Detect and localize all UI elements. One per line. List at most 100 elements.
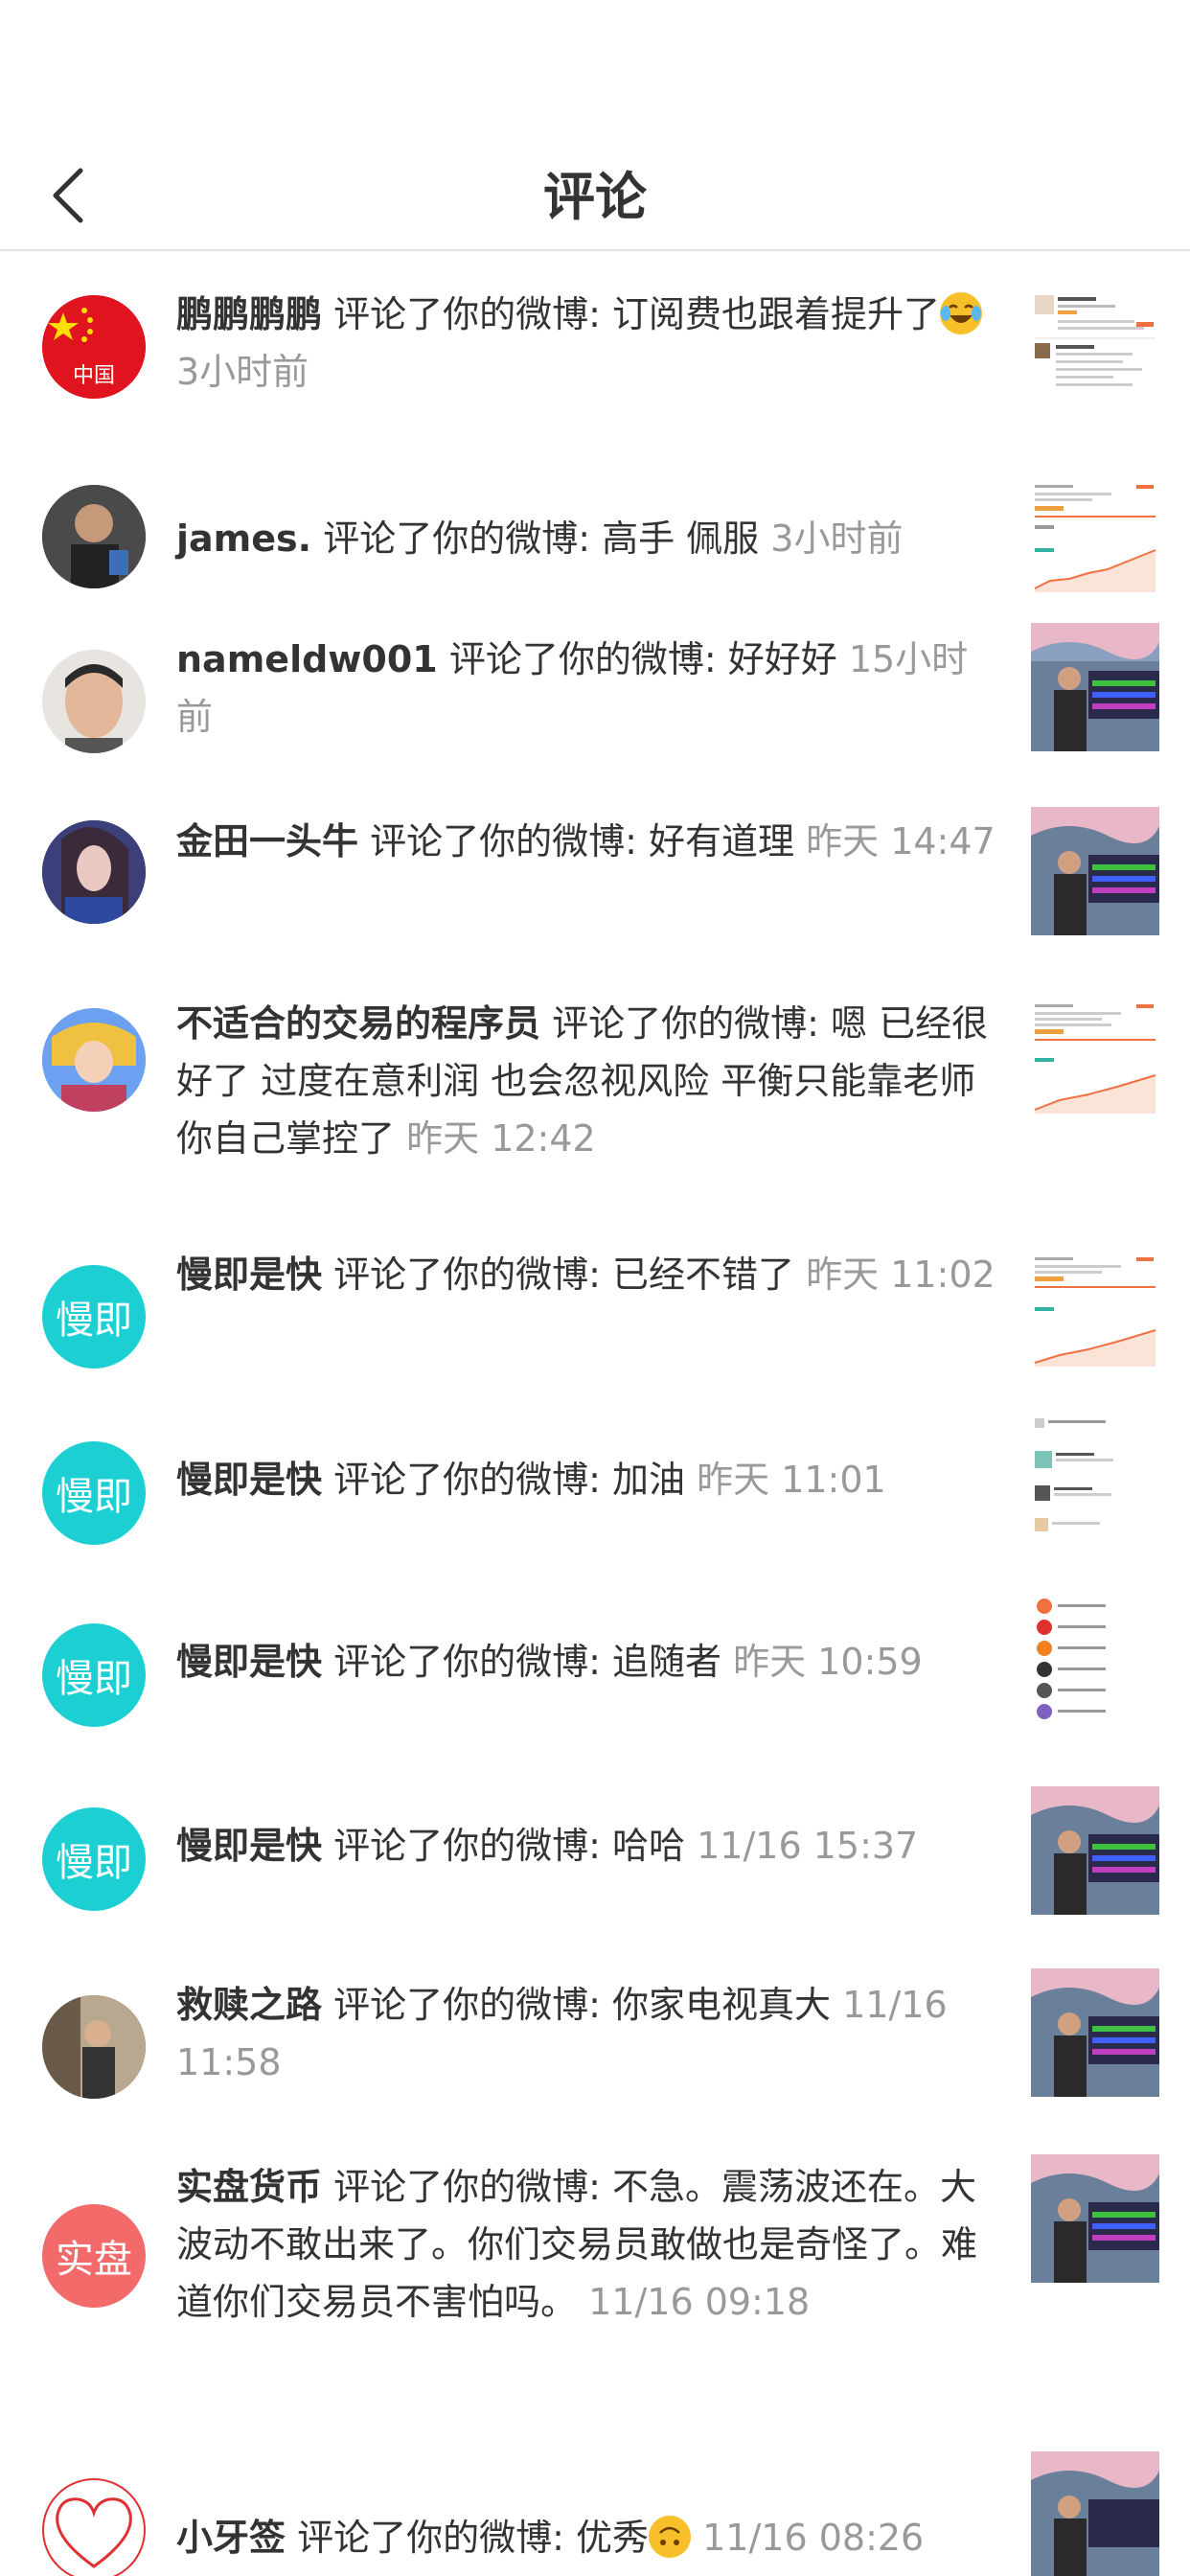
post-thumbnail[interactable]: [1031, 1968, 1159, 2097]
username[interactable]: 慢即是快: [176, 1641, 322, 1683]
post-thumbnail[interactable]: [1031, 2154, 1159, 2283]
comment-row[interactable]: 金田一头牛 评论了你的微博: 好有道理 昨天 14:47: [0, 786, 1190, 968]
comment-content[interactable]: 不适合的交易的程序员 评论了你的微博: 嗯 已经很好了 过度在意利润 也会忽视风…: [176, 995, 996, 1167]
comment-row[interactable]: 慢即 慢即是快 评论了你的微博: 哈哈 11/16 15:37: [0, 1767, 1190, 1949]
comment-action: 评论了你的微博:: [333, 2166, 601, 2208]
avatar[interactable]: 实盘: [42, 2204, 146, 2308]
comment-action: 评论了你的微博:: [333, 293, 601, 335]
comment-action: 评论了你的微博:: [323, 518, 590, 560]
comment-content[interactable]: 实盘货币 评论了你的微博: 不急。震荡波还在。大波动不敢出来了。你们交易员敢做也…: [176, 2158, 996, 2331]
comment-action: 评论了你的微博:: [370, 820, 637, 862]
timestamp: 3小时前: [176, 351, 309, 393]
post-thumbnail[interactable]: [1031, 1786, 1159, 1915]
comment-action: 评论了你的微博:: [333, 1254, 601, 1296]
post-thumbnail[interactable]: [1031, 807, 1159, 935]
comment-row[interactable]: 慢即 慢即是快 评论了你的微博: 已经不错了 昨天 11:02: [0, 1219, 1190, 1401]
comment-text: 加油: [612, 1459, 686, 1501]
comment-text: 好好好: [727, 638, 837, 680]
timestamp: 昨天 11:01: [697, 1459, 886, 1501]
comment-row[interactable]: 慢即 慢即是快 评论了你的微博: 加油 昨天 11:01: [0, 1401, 1190, 1583]
comment-content[interactable]: 金田一头牛 评论了你的微博: 好有道理 昨天 14:47: [176, 813, 996, 870]
comment-action: 评论了你的微博:: [333, 1825, 601, 1867]
avatar-label: 实盘: [56, 2238, 132, 2282]
comment-content[interactable]: 慢即是快 评论了你的微博: 已经不错了 昨天 11:02: [176, 1246, 996, 1303]
username[interactable]: nameldw001: [176, 638, 438, 680]
avatar[interactable]: 慢即: [42, 1807, 146, 1911]
comment-action: 评论了你的微博:: [448, 638, 717, 680]
comment-content[interactable]: 慢即是快 评论了你的微博: 加油 昨天 11:01: [176, 1451, 996, 1508]
username[interactable]: 鹏鹏鹏鹏: [176, 293, 322, 335]
post-thumbnail[interactable]: [1031, 473, 1159, 602]
avatar[interactable]: 慢即: [42, 1441, 146, 1545]
post-thumbnail[interactable]: [1031, 2451, 1159, 2576]
username[interactable]: 慢即是快: [176, 1459, 322, 1501]
avatar[interactable]: 中国: [42, 295, 146, 399]
comment-content[interactable]: james. 评论了你的微博: 高手 佩服 3小时前: [176, 510, 996, 567]
username[interactable]: 金田一头牛: [176, 820, 358, 862]
post-thumbnail[interactable]: [1031, 1248, 1159, 1376]
comment-row[interactable]: james. 评论了你的微博: 高手 佩服 3小时前: [0, 439, 1190, 604]
timestamp: 3小时前: [770, 518, 904, 560]
comment-row[interactable]: 中国 鹏鹏鹏鹏 评论了你的微博: 订阅费也跟着提升了 3小时前: [0, 251, 1190, 439]
avatar[interactable]: [42, 1008, 146, 1112]
avatar-label: 中国: [72, 364, 115, 388]
status-bar: [0, 0, 1190, 144]
comment-row[interactable]: nameldw001 评论了你的微博: 好好好 15小时前: [0, 604, 1190, 786]
post-thumbnail[interactable]: [1031, 1595, 1159, 1723]
comment-row[interactable]: 慢即 慢即是快 评论了你的微博: 追随者 昨天 10:59: [0, 1583, 1190, 1767]
comment-content[interactable]: 救赎之路 评论了你的微博: 你家电视真大 11/16 11:58: [176, 1976, 996, 2091]
avatar[interactable]: 慢即: [42, 1623, 146, 1727]
timestamp: 昨天 14:47: [806, 820, 995, 862]
comment-action: 评论了你的微博:: [333, 1641, 601, 1683]
comment-action: 评论了你的微博:: [552, 1002, 819, 1045]
comment-text: 哈哈: [612, 1825, 686, 1867]
comment-text: 你家电视真大: [612, 1984, 832, 2026]
avatar[interactable]: [42, 820, 146, 924]
upside-down-face-emoji-icon: [649, 2516, 692, 2558]
navigation-bar: 评论: [0, 144, 1190, 251]
username[interactable]: 救赎之路: [176, 1984, 322, 2026]
username[interactable]: 不适合的交易的程序员: [176, 1002, 540, 1045]
comment-text: 高手 佩服: [602, 518, 760, 560]
timestamp: 昨天 12:42: [406, 1117, 596, 1160]
post-thumbnail[interactable]: [1031, 995, 1159, 1123]
comment-content[interactable]: 鹏鹏鹏鹏 评论了你的微博: 订阅费也跟着提升了 3小时前: [176, 286, 996, 401]
avatar-label: 慢即: [56, 1841, 132, 1885]
avatar[interactable]: [42, 1995, 146, 2099]
comment-text: 追随者: [612, 1641, 722, 1683]
timestamp: 11/16 08:26: [702, 2517, 925, 2559]
comment-row[interactable]: 小牙签 评论了你的微博: 优秀 11/16 08:26: [0, 2419, 1190, 2576]
timestamp: 昨天 10:59: [733, 1641, 923, 1683]
comment-content[interactable]: 小牙签 评论了你的微博: 优秀 11/16 08:26: [176, 2509, 996, 2566]
comment-text: 优秀: [576, 2517, 650, 2559]
post-thumbnail[interactable]: [1031, 1413, 1159, 1541]
avatar[interactable]: [42, 650, 146, 753]
timestamp: 11/16 09:18: [588, 2281, 811, 2323]
post-thumbnail[interactable]: [1031, 284, 1159, 412]
avatar[interactable]: [42, 2478, 146, 2576]
comment-content[interactable]: 慢即是快 评论了你的微博: 追随者 昨天 10:59: [176, 1633, 996, 1690]
page-title: 评论: [543, 167, 647, 227]
post-thumbnail[interactable]: [1031, 623, 1159, 751]
comment-action: 评论了你的微博:: [333, 1984, 601, 2026]
comment-row[interactable]: 不适合的交易的程序员 评论了你的微博: 嗯 已经很好了 过度在意利润 也会忽视风…: [0, 968, 1190, 1219]
avatar-label: 慢即: [56, 1657, 132, 1701]
comment-row[interactable]: 救赎之路 评论了你的微博: 你家电视真大 11/16 11:58: [0, 1949, 1190, 2131]
comment-action: 评论了你的微博:: [297, 2517, 564, 2559]
avatar[interactable]: 慢即: [42, 1265, 146, 1368]
username[interactable]: 慢即是快: [176, 1254, 322, 1296]
avatar[interactable]: [42, 485, 146, 588]
comment-text: 订阅费也跟着提升了: [612, 293, 941, 335]
comment-row[interactable]: 实盘 实盘货币 评论了你的微博: 不急。震荡波还在。大波动不敢出来了。你们交易员…: [0, 2131, 1190, 2419]
timestamp: 昨天 11:02: [806, 1254, 995, 1296]
username[interactable]: 慢即是快: [176, 1825, 322, 1867]
comment-text: 好有道理: [649, 820, 795, 862]
username[interactable]: 实盘货币: [176, 2166, 322, 2208]
comment-text: 已经不错了: [612, 1254, 795, 1296]
username[interactable]: james.: [176, 518, 311, 560]
comment-action: 评论了你的微博:: [333, 1459, 601, 1501]
comment-content[interactable]: nameldw001 评论了你的微博: 好好好 15小时前: [176, 631, 996, 746]
avatar-label: 慢即: [56, 1475, 132, 1519]
username[interactable]: 小牙签: [176, 2517, 286, 2559]
comment-content[interactable]: 慢即是快 评论了你的微博: 哈哈 11/16 15:37: [176, 1817, 996, 1874]
